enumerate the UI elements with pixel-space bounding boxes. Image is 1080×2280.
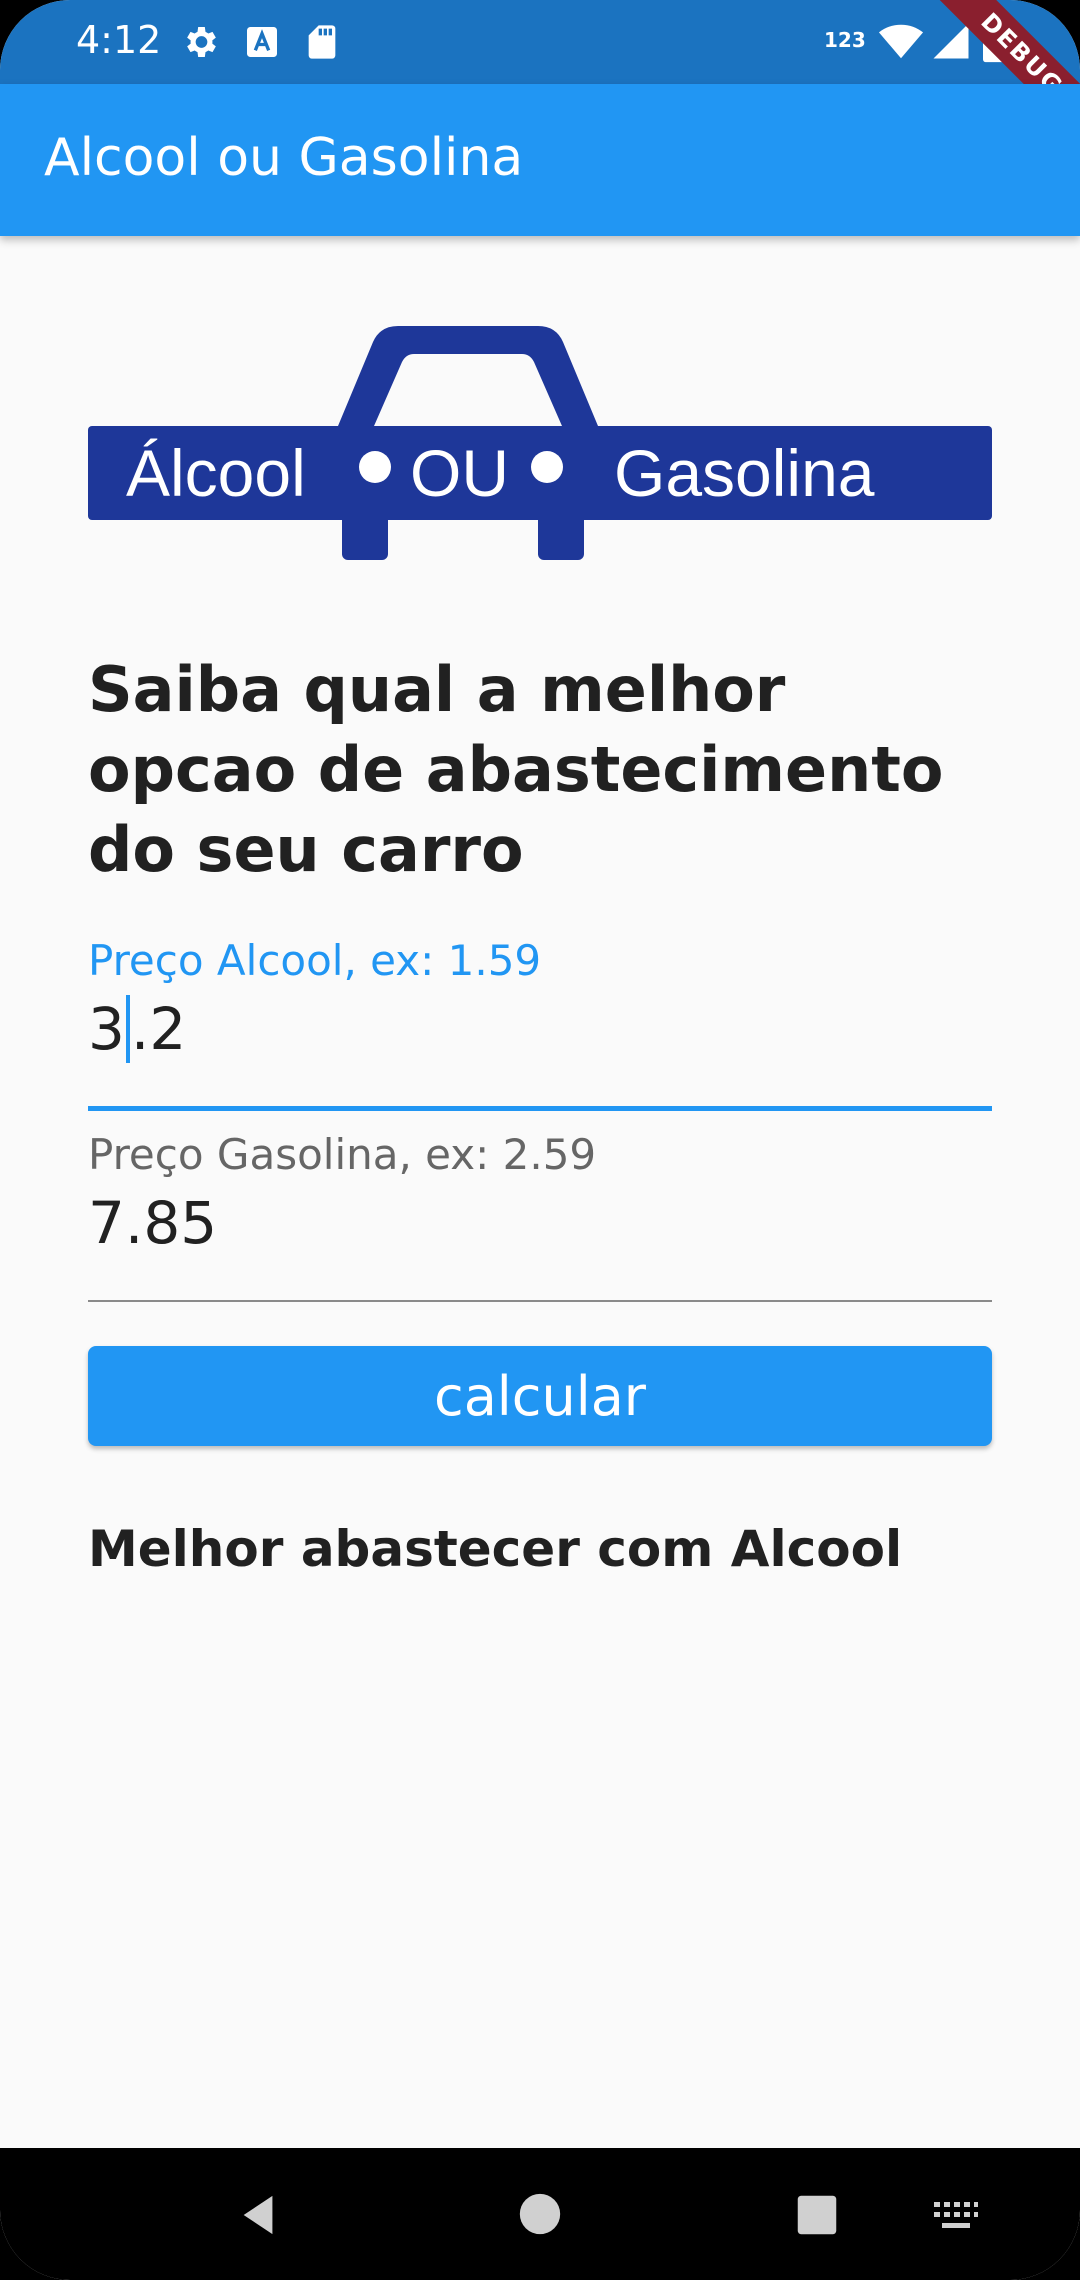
navigation-bar (0, 2148, 1080, 2280)
font-icon (247, 27, 277, 57)
alcool-price-input[interactable]: 3.2 (88, 995, 992, 1063)
app-title: Alcool ou Gasolina (44, 128, 524, 188)
headline: Saiba qual a melhor opcao de abastecimen… (88, 653, 944, 886)
back-icon[interactable] (236, 2192, 282, 2238)
gasolina-field-underline (88, 1300, 992, 1302)
logo-text-ou: OU (410, 436, 509, 510)
alcool-price-label: Preço Alcool, ex: 1.59 (88, 936, 542, 985)
device-screen: 4:12 123 DEBUG Alcool ou Gasolina Álcool… (0, 0, 1080, 2280)
recents-icon[interactable] (796, 2194, 838, 2236)
status-time: 4:12 (76, 18, 162, 62)
home-icon[interactable] (518, 2192, 562, 2236)
app-bar: Alcool ou Gasolina (0, 84, 1080, 236)
result-text: Melhor abastecer com Alcool (88, 1520, 903, 1578)
calcular-button[interactable]: calcular (88, 1346, 992, 1446)
gasolina-price-field[interactable]: Preço Gasolina, ex: 2.59 7.85 (88, 1130, 992, 1306)
alcool-price-value-start: 3 (88, 995, 125, 1063)
alcool-field-underline (88, 1106, 992, 1111)
logo-text-alcool: Álcool (126, 436, 306, 510)
wifi-icon (878, 24, 924, 59)
keyboard-icon[interactable] (932, 2200, 980, 2232)
gasolina-price-label: Preço Gasolina, ex: 2.59 (88, 1130, 597, 1179)
app-logo: Álcool OU Gasolina (88, 326, 992, 560)
status-bar: 4:12 123 DEBUG (0, 0, 1080, 153)
logo-text-gasolina: Gasolina (614, 436, 875, 510)
sd-card-icon (308, 25, 336, 59)
alcool-price-field[interactable]: Preço Alcool, ex: 1.59 3.2 (88, 936, 992, 1112)
gasolina-price-input[interactable]: 7.85 (88, 1189, 992, 1257)
text-caret (125, 995, 130, 1063)
network-type-label: 123 (824, 28, 866, 52)
gear-icon (187, 27, 216, 57)
alcool-price-value-end: .2 (130, 995, 187, 1063)
